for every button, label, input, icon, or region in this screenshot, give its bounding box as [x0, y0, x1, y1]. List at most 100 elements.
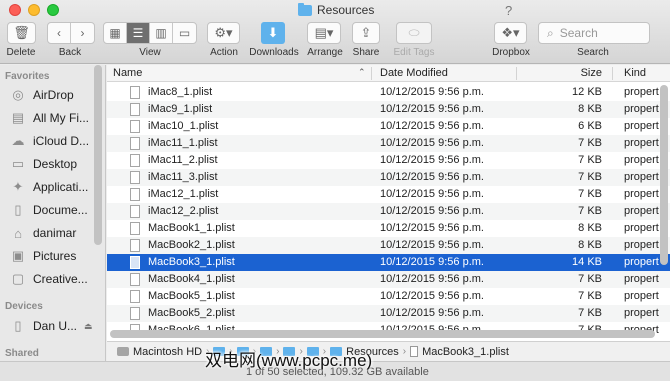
edit-tags-button[interactable]: ⬭ — [396, 22, 432, 44]
path-item-selected-file[interactable]: MacBook3_1.plist — [422, 346, 509, 358]
sidebar-item-label: Pictures — [33, 249, 77, 263]
documents-icon: ▯ — [14, 202, 22, 217]
column-header: Name ⌃ Date Modified Size Kind — [107, 65, 670, 82]
sidebar-item-all-my-files[interactable]: ▤ All My Fi... — [10, 110, 89, 125]
table-row[interactable]: iMac12_1.plist 10/12/2015 9:56 p.m. 7 KB… — [107, 186, 670, 203]
vertical-scrollbar[interactable] — [660, 85, 668, 265]
sidebar-item-desktop[interactable]: ▭ Desktop — [10, 156, 77, 171]
plist-file-icon — [130, 137, 140, 150]
file-size: 7 KB — [578, 205, 602, 217]
sidebar-item-label: Applicati... — [33, 180, 89, 194]
file-name: iMac12_2.plist — [148, 205, 219, 217]
sidebar-item-applications[interactable]: ✦ Applicati... — [10, 179, 89, 194]
file-kind: propert — [624, 256, 659, 268]
table-row-selected[interactable]: MacBook3_1.plist 10/12/2015 9:56 p.m. 14… — [107, 254, 670, 271]
close-window-button[interactable] — [9, 4, 21, 16]
table-row[interactable]: iMac9_1.plist 10/12/2015 9:56 p.m. 8 KB … — [107, 101, 670, 118]
table-row[interactable]: iMac11_1.plist 10/12/2015 9:56 p.m. 7 KB… — [107, 135, 670, 152]
table-row[interactable]: iMac10_1.plist 10/12/2015 9:56 p.m. 6 KB… — [107, 118, 670, 135]
file-date: 10/12/2015 9:56 p.m. — [380, 86, 484, 98]
list-view-button[interactable]: ☰ — [127, 23, 150, 43]
table-row[interactable]: MacBook2_1.plist 10/12/2015 9:56 p.m. 8 … — [107, 237, 670, 254]
file-kind: propert — [624, 103, 659, 115]
file-kind: propert — [624, 307, 659, 319]
sidebar-item-device[interactable]: ▯ Dan U... ⏏ — [10, 318, 93, 333]
plist-file-icon — [130, 290, 140, 303]
window-title: Resources — [298, 2, 374, 18]
column-view-button[interactable]: ▥ — [150, 23, 173, 43]
dropbox-button[interactable]: ❖▾ — [494, 22, 527, 44]
file-date: 10/12/2015 9:56 p.m. — [380, 239, 484, 251]
file-name: iMac11_2.plist — [148, 154, 218, 166]
table-row[interactable]: iMac8_1.plist 10/12/2015 9:56 p.m. 12 KB… — [107, 84, 670, 101]
chevron-right-icon: › — [80, 26, 85, 40]
sidebar-item-creative-cloud[interactable]: ▢ Creative... — [10, 271, 88, 286]
horizontal-scrollbar[interactable] — [110, 330, 655, 338]
minimize-window-button[interactable] — [28, 4, 40, 16]
icon-view-button[interactable]: ▦ — [104, 23, 127, 43]
sidebar-item-label: Dan U... — [33, 319, 78, 333]
disk-icon: ▯ — [14, 318, 22, 333]
column-date-header[interactable]: Date Modified — [380, 67, 448, 79]
path-item-macintosh-hd[interactable]: Macintosh HD — [133, 346, 202, 358]
file-size: 8 KB — [578, 222, 602, 234]
sidebar-item-airdrop[interactable]: ◎ AirDrop — [10, 87, 73, 102]
sidebar-scrollbar[interactable] — [94, 65, 102, 245]
column-name-header[interactable]: Name — [113, 67, 142, 79]
devices-heading: Devices — [5, 301, 43, 312]
column-separator[interactable] — [516, 67, 517, 80]
zoom-window-button[interactable] — [47, 4, 59, 16]
all-my-files-icon: ▤ — [11, 110, 25, 125]
file-name: MacBook4_1.plist — [148, 273, 235, 285]
table-row[interactable]: MacBook5_2.plist 10/12/2015 9:56 p.m. 7 … — [107, 305, 670, 322]
file-size: 7 KB — [578, 290, 602, 302]
table-row[interactable]: iMac11_3.plist 10/12/2015 9:56 p.m. 7 KB… — [107, 169, 670, 186]
back-forward-control: ‹ › — [47, 22, 95, 44]
search-icon: ⌕ — [547, 25, 554, 40]
table-row[interactable]: MacBook4_1.plist 10/12/2015 9:56 p.m. 7 … — [107, 271, 670, 288]
delete-button[interactable]: 🗑 — [7, 22, 36, 44]
table-row[interactable]: MacBook1_1.plist 10/12/2015 9:56 p.m. 8 … — [107, 220, 670, 237]
file-name: iMac9_1.plist — [148, 103, 213, 115]
shared-heading: Shared — [5, 348, 39, 359]
arrange-icon: ▤▾ — [314, 25, 334, 40]
column-size-header[interactable]: Size — [581, 67, 602, 79]
table-row[interactable]: iMac12_2.plist 10/12/2015 9:56 p.m. 7 KB… — [107, 203, 670, 220]
creative-cloud-icon: ▢ — [11, 271, 25, 286]
desktop-icon: ▭ — [11, 156, 25, 171]
eject-icon[interactable]: ⏏ — [84, 321, 93, 332]
search-input[interactable]: ⌕ Search — [538, 22, 650, 44]
file-size: 12 KB — [572, 86, 602, 98]
back-button[interactable]: ‹ — [48, 23, 71, 43]
table-row[interactable]: iMac11_2.plist 10/12/2015 9:56 p.m. 7 KB… — [107, 152, 670, 169]
share-button[interactable]: ⇪ — [352, 22, 380, 44]
table-row[interactable]: MacBook5_1.plist 10/12/2015 9:56 p.m. 7 … — [107, 288, 670, 305]
file-kind: propert — [624, 273, 659, 285]
column-separator[interactable] — [612, 67, 613, 80]
column-kind-header[interactable]: Kind — [624, 67, 646, 79]
sidebar-item-documents[interactable]: ▯ Docume... — [10, 202, 87, 217]
plist-file-icon — [410, 346, 419, 357]
icon-view-icon: ▦ — [109, 26, 121, 40]
tag-icon: ⬭ — [408, 25, 420, 40]
cover-flow-button[interactable]: ▭ — [173, 23, 196, 43]
forward-button[interactable]: › — [71, 23, 94, 43]
downloads-button[interactable]: ⬇ — [261, 22, 285, 44]
help-icon[interactable]: ? — [505, 3, 512, 18]
view-label: View — [139, 47, 161, 58]
column-separator[interactable] — [371, 67, 372, 80]
edit-tags-label: Edit Tags — [393, 47, 435, 58]
arrange-button[interactable]: ▤▾ — [307, 22, 341, 44]
file-size: 7 KB — [578, 171, 602, 183]
sidebar-item-pictures[interactable]: ▣ Pictures — [10, 248, 77, 263]
file-kind: propert — [624, 171, 659, 183]
action-button[interactable]: ⚙▾ — [207, 22, 240, 44]
file-date: 10/12/2015 9:56 p.m. — [380, 256, 484, 268]
file-date: 10/12/2015 9:56 p.m. — [380, 120, 484, 132]
file-name: iMac11_1.plist — [148, 137, 218, 149]
download-arrow-icon: ⬇ — [267, 25, 279, 40]
file-size: 6 KB — [578, 120, 602, 132]
sidebar-item-home[interactable]: ⌂ danimar — [10, 226, 76, 241]
file-name: MacBook5_1.plist — [148, 290, 235, 302]
sidebar-item-icloud-drive[interactable]: ☁ iCloud D... — [10, 133, 90, 148]
